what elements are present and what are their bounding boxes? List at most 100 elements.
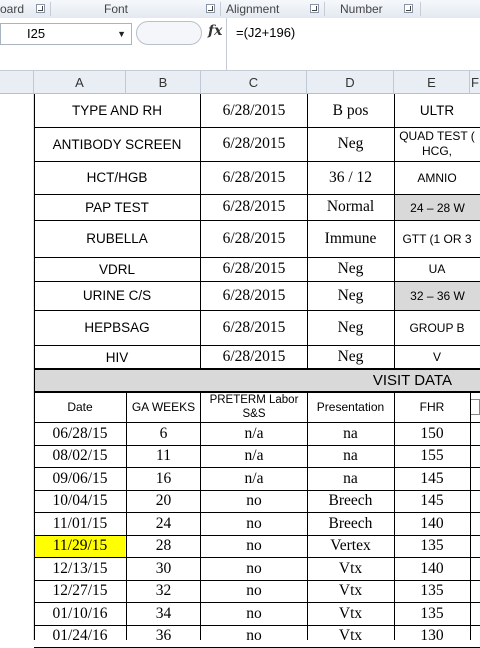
lab-result[interactable]: B pos (307, 94, 394, 127)
insert-function-icon[interactable]: fx (208, 23, 222, 39)
select-all-corner[interactable] (0, 71, 34, 94)
visit-cell-presentation[interactable]: na (307, 468, 394, 490)
lab-test-name[interactable]: ANTIBODY SCREEN (34, 127, 200, 161)
column-header-F[interactable]: F (470, 71, 480, 94)
lab-date[interactable]: 6/28/2015 (201, 281, 307, 310)
alignment-launcher-icon[interactable] (310, 4, 319, 13)
lab-f-cell[interactable]: ULTR (394, 94, 480, 127)
visit-cell-ga[interactable]: 11 (126, 446, 201, 468)
visit-cell-fhr[interactable]: 140 (394, 513, 470, 535)
visit-cell-preterm[interactable]: n/a (201, 446, 307, 468)
formula-input[interactable]: =(J2+196) (226, 18, 480, 70)
column-header-B[interactable]: B (126, 71, 201, 94)
visit-cell-date[interactable]: 09/06/15 (34, 468, 126, 490)
number-launcher-icon[interactable] (404, 4, 413, 13)
visit-cell-fhr[interactable]: 135 (394, 536, 470, 558)
visit-cell-presentation[interactable]: Vertex (307, 536, 394, 558)
visit-cell-date[interactable]: 01/10/16 (34, 603, 126, 625)
formula-bar-resize-handle[interactable] (136, 21, 202, 45)
visit-cell-fhr[interactable]: 155 (394, 446, 470, 468)
lab-date[interactable]: 6/28/2015 (201, 345, 307, 369)
visit-cell-presentation[interactable]: na (307, 423, 394, 445)
visit-cell-ga[interactable]: 6 (126, 423, 201, 445)
visit-cell-preterm[interactable]: no (201, 491, 307, 513)
visit-cell-preterm[interactable]: no (201, 603, 307, 625)
lab-date[interactable]: 6/28/2015 (201, 161, 307, 194)
visit-cell-date[interactable]: 11/01/15 (34, 513, 126, 535)
visit-cell-date[interactable]: 12/13/15 (34, 558, 126, 580)
clipboard-launcher-icon[interactable] (36, 4, 45, 13)
visit-cell-preterm[interactable]: n/a (201, 468, 307, 490)
lab-date[interactable]: 6/28/2015 (201, 127, 307, 161)
lab-test-name[interactable]: PAP TEST (34, 194, 200, 220)
lab-test-name[interactable]: HIV (34, 345, 200, 369)
worksheet-grid[interactable]: TYPE AND RH 6/28/2015 B pos ULTR ANTIBOD… (0, 94, 480, 648)
visit-cell-ga[interactable]: 24 (126, 513, 201, 535)
lab-test-name[interactable]: VDRL (34, 257, 200, 281)
lab-result[interactable]: Neg (307, 310, 394, 345)
visit-cell-ga[interactable]: 20 (126, 491, 201, 513)
lab-test-name[interactable]: HCT/HGB (34, 161, 200, 194)
visit-cell-presentation[interactable]: Vtx (307, 558, 394, 580)
visit-cell-date[interactable]: 12/27/15 (34, 581, 126, 603)
visit-cell-fhr[interactable]: 135 (394, 581, 470, 603)
visit-cell-fhr[interactable]: 145 (394, 491, 470, 513)
lab-f-cell[interactable]: 32 – 36 W (395, 282, 480, 310)
visit-cell-preterm[interactable]: n/a (201, 423, 307, 445)
visit-cell-presentation[interactable]: Breech (307, 491, 394, 513)
lab-test-name[interactable]: URINE C/S (34, 281, 200, 310)
column-header-C[interactable]: C (201, 71, 307, 94)
visit-cell-fhr[interactable]: 130 (394, 626, 470, 648)
lab-date[interactable]: 6/28/2015 (201, 310, 307, 345)
visit-cell-date[interactable]: 08/02/15 (34, 446, 126, 468)
lab-test-name[interactable]: RUBELLA (34, 220, 200, 257)
visit-cell-presentation[interactable]: Vtx (307, 626, 394, 648)
visit-header-presentation[interactable]: Presentation (307, 392, 394, 422)
visit-cell-preterm[interactable]: no (201, 513, 307, 535)
visit-header-date[interactable]: Date (34, 392, 126, 422)
visit-cell-preterm[interactable]: no (201, 536, 307, 558)
lab-result[interactable]: Immune (307, 220, 394, 257)
lab-date[interactable]: 6/28/2015 (201, 257, 307, 281)
visit-cell-fhr[interactable]: 145 (394, 468, 470, 490)
name-box[interactable]: I25 ▼ (0, 23, 132, 45)
visit-header-fhr[interactable]: FHR (394, 392, 470, 422)
lab-date[interactable]: 6/28/2015 (201, 220, 307, 257)
visit-cell-presentation[interactable]: Breech (307, 513, 394, 535)
chevron-down-icon[interactable]: ▼ (117, 24, 126, 44)
visit-cell-fhr[interactable]: 150 (394, 423, 470, 445)
lab-date[interactable]: 6/28/2015 (201, 94, 307, 127)
lab-test-name[interactable]: HEPBSAG (34, 310, 200, 345)
visit-cell-date[interactable]: 11/29/15 (35, 535, 125, 557)
lab-f-cell[interactable]: GROUP B (394, 310, 480, 345)
lab-f-cell[interactable]: GTT (1 OR 3 (394, 220, 480, 257)
visit-cell-preterm[interactable]: no (201, 581, 307, 603)
lab-result[interactable]: Normal (307, 194, 394, 220)
visit-cell-presentation[interactable]: Vtx (307, 581, 394, 603)
lab-f-cell[interactable]: 24 – 28 W (395, 195, 480, 220)
visit-cell-fhr[interactable]: 135 (394, 603, 470, 625)
column-header-A[interactable]: A (34, 71, 126, 94)
lab-f-cell[interactable]: QUAD TEST ( HCG, (394, 127, 480, 161)
visit-cell-date[interactable]: 01/24/16 (34, 626, 126, 648)
column-header-E[interactable]: E (394, 71, 470, 94)
visit-data-title[interactable]: VISIT DATA (34, 369, 480, 392)
visit-cell-ga[interactable]: 32 (126, 581, 201, 603)
visit-cell-ga[interactable]: 34 (126, 603, 201, 625)
font-launcher-icon[interactable] (206, 4, 215, 13)
lab-date[interactable]: 6/28/2015 (201, 194, 307, 220)
lab-result[interactable]: Neg (307, 345, 394, 369)
visit-header-preterm[interactable]: PRETERM Labor S&S (201, 392, 307, 422)
lab-f-cell[interactable]: AMNIO (394, 161, 480, 194)
visit-cell-ga[interactable]: 28 (126, 536, 201, 558)
lab-result[interactable]: 36 / 12 (307, 161, 394, 194)
lab-result[interactable]: Neg (307, 281, 394, 310)
column-header-D[interactable]: D (307, 71, 394, 94)
visit-cell-preterm[interactable]: no (201, 558, 307, 580)
lab-test-name[interactable]: TYPE AND RH (34, 94, 200, 127)
lab-f-cell[interactable]: UA (394, 257, 480, 281)
visit-cell-date[interactable]: 10/04/15 (34, 491, 126, 513)
visit-cell-ga[interactable]: 36 (126, 626, 201, 648)
lab-result[interactable]: Neg (307, 127, 394, 161)
visit-cell-ga[interactable]: 16 (126, 468, 201, 490)
